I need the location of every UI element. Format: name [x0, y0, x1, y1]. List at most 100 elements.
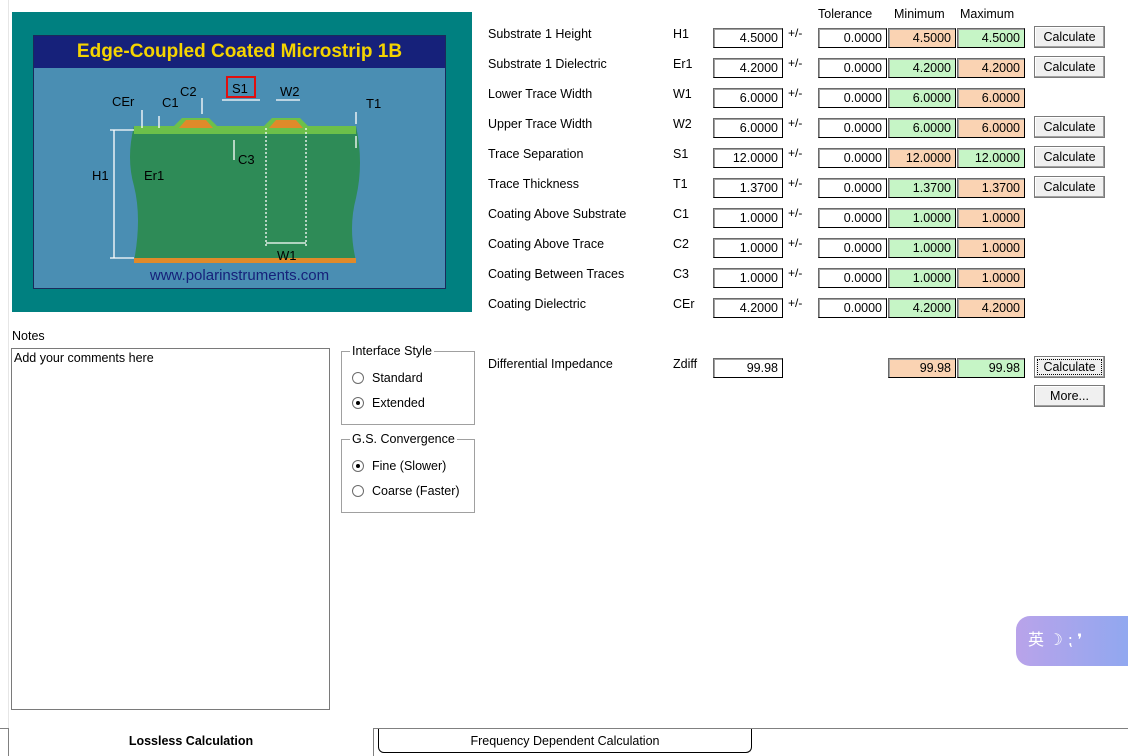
radio-coarse[interactable]: Coarse (Faster): [352, 484, 460, 498]
param-tolerance-c3[interactable]: 0.0000: [818, 268, 887, 288]
tab-lossless-calculation[interactable]: Lossless Calculation: [8, 728, 374, 756]
param-value-t1[interactable]: 1.3700: [713, 178, 783, 198]
calculate-button-h1[interactable]: Calculate: [1034, 26, 1105, 48]
param-value-c2[interactable]: 1.0000: [713, 238, 783, 258]
param-minimum-w2[interactable]: 6.0000: [888, 118, 956, 138]
param-maximum-er1[interactable]: 4.2000: [957, 58, 1025, 78]
calculate-button-s1[interactable]: Calculate: [1034, 146, 1105, 168]
label-cer: CEr: [112, 94, 135, 109]
substrate-body: [130, 126, 360, 261]
more-button[interactable]: More...: [1034, 385, 1105, 407]
zdiff-label: Differential Impedance: [488, 357, 613, 371]
notes-textarea[interactable]: Add your comments here: [11, 348, 330, 710]
param-value-er1[interactable]: 4.2000: [713, 58, 783, 78]
param-symbol-w2: W2: [673, 117, 692, 131]
param-minimum-er1[interactable]: 4.2000: [888, 58, 956, 78]
label-c1: C1: [162, 95, 179, 110]
param-label-c3: Coating Between Traces: [488, 267, 625, 281]
notes-label: Notes: [12, 329, 45, 343]
param-tolerance-c1[interactable]: 0.0000: [818, 208, 887, 228]
label-er1: Er1: [144, 168, 164, 183]
param-label-w2: Upper Trace Width: [488, 117, 593, 131]
calculate-button-er1[interactable]: Calculate: [1034, 56, 1105, 78]
calculate-button-w2[interactable]: Calculate: [1034, 116, 1105, 138]
param-minimum-w1[interactable]: 6.0000: [888, 88, 956, 108]
param-value-c3[interactable]: 1.0000: [713, 268, 783, 288]
param-minimum-s1[interactable]: 12.0000: [888, 148, 956, 168]
param-maximum-t1[interactable]: 1.3700: [957, 178, 1025, 198]
plusminus-c3: +/-: [788, 266, 803, 280]
param-tolerance-t1[interactable]: 0.0000: [818, 178, 887, 198]
param-maximum-w2[interactable]: 6.0000: [957, 118, 1025, 138]
plusminus-c1: +/-: [788, 206, 803, 220]
interface-style-group: Interface Style Standard Extended: [341, 344, 475, 425]
radio-standard-label: Standard: [372, 371, 423, 385]
plusminus-s1: +/-: [788, 146, 803, 160]
param-symbol-t1: T1: [673, 177, 688, 191]
zdiff-value-field[interactable]: 99.98: [713, 358, 783, 378]
param-value-h1[interactable]: 4.5000: [713, 28, 783, 48]
header-minimum: Minimum: [894, 7, 945, 21]
param-maximum-h1[interactable]: 4.5000: [957, 28, 1025, 48]
param-minimum-c2[interactable]: 1.0000: [888, 238, 956, 258]
param-minimum-c3[interactable]: 1.0000: [888, 268, 956, 288]
param-maximum-c3[interactable]: 1.0000: [957, 268, 1025, 288]
param-value-c1[interactable]: 1.0000: [713, 208, 783, 228]
radio-fine[interactable]: Fine (Slower): [352, 459, 446, 473]
window-edge: [8, 0, 9, 730]
plusminus-w2: +/-: [788, 116, 803, 130]
plusminus-t1: +/-: [788, 176, 803, 190]
param-minimum-t1[interactable]: 1.3700: [888, 178, 956, 198]
param-value-cer[interactable]: 4.2000: [713, 298, 783, 318]
label-c3: C3: [238, 152, 255, 167]
param-label-h1: Substrate 1 Height: [488, 27, 592, 41]
param-symbol-c3: C3: [673, 267, 689, 281]
zdiff-minimum-field[interactable]: 99.98: [888, 358, 956, 378]
param-maximum-c1[interactable]: 1.0000: [957, 208, 1025, 228]
param-label-er1: Substrate 1 Dielectric: [488, 57, 607, 71]
param-tolerance-c2[interactable]: 0.0000: [818, 238, 887, 258]
param-tolerance-er1[interactable]: 0.0000: [818, 58, 887, 78]
radio-fine-indicator[interactable]: [352, 460, 364, 472]
plusminus-c2: +/-: [788, 236, 803, 250]
plusminus-er1: +/-: [788, 56, 803, 70]
param-tolerance-s1[interactable]: 0.0000: [818, 148, 887, 168]
param-maximum-s1[interactable]: 12.0000: [957, 148, 1025, 168]
param-value-s1[interactable]: 12.0000: [713, 148, 783, 168]
coating-layer: [134, 118, 356, 134]
param-label-s1: Trace Separation: [488, 147, 584, 161]
param-symbol-c1: C1: [673, 207, 689, 221]
param-maximum-c2[interactable]: 1.0000: [957, 238, 1025, 258]
radio-extended-indicator[interactable]: [352, 397, 364, 409]
param-symbol-h1: H1: [673, 27, 689, 41]
param-symbol-cer: CEr: [673, 297, 695, 311]
param-minimum-c1[interactable]: 1.0000: [888, 208, 956, 228]
param-minimum-h1[interactable]: 4.5000: [888, 28, 956, 48]
radio-coarse-indicator[interactable]: [352, 485, 364, 497]
tab-frequency-dependent-calculation[interactable]: Frequency Dependent Calculation: [378, 729, 752, 753]
structure-diagram: Edge-Coupled Coated Microstrip 1B CEr C1…: [33, 35, 446, 289]
param-tolerance-w1[interactable]: 0.0000: [818, 88, 887, 108]
param-value-w2[interactable]: 6.0000: [713, 118, 783, 138]
interface-style-title: Interface Style: [350, 344, 434, 358]
param-label-t1: Trace Thickness: [488, 177, 580, 191]
plusminus-cer: +/-: [788, 296, 803, 310]
param-maximum-w1[interactable]: 6.0000: [957, 88, 1025, 108]
param-tolerance-w2[interactable]: 0.0000: [818, 118, 887, 138]
param-tolerance-cer[interactable]: 0.0000: [818, 298, 887, 318]
param-label-c2: Coating Above Trace: [488, 237, 605, 251]
radio-standard[interactable]: Standard: [352, 371, 423, 385]
param-value-w1[interactable]: 6.0000: [713, 88, 783, 108]
ime-indicator[interactable]: 英 ☽ ⁏ ❜: [1016, 616, 1128, 666]
radio-extended[interactable]: Extended: [352, 396, 425, 410]
param-maximum-cer[interactable]: 4.2000: [957, 298, 1025, 318]
ground-plane: [134, 258, 356, 263]
param-minimum-cer[interactable]: 4.2000: [888, 298, 956, 318]
zdiff-calculate-button[interactable]: Calculate: [1034, 356, 1105, 378]
zdiff-maximum-field[interactable]: 99.98: [957, 358, 1025, 378]
param-label-cer: Coating Dielectric: [488, 297, 586, 311]
label-h1: H1: [92, 168, 109, 183]
param-tolerance-h1[interactable]: 0.0000: [818, 28, 887, 48]
calculate-button-t1[interactable]: Calculate: [1034, 176, 1105, 198]
radio-standard-indicator[interactable]: [352, 372, 364, 384]
